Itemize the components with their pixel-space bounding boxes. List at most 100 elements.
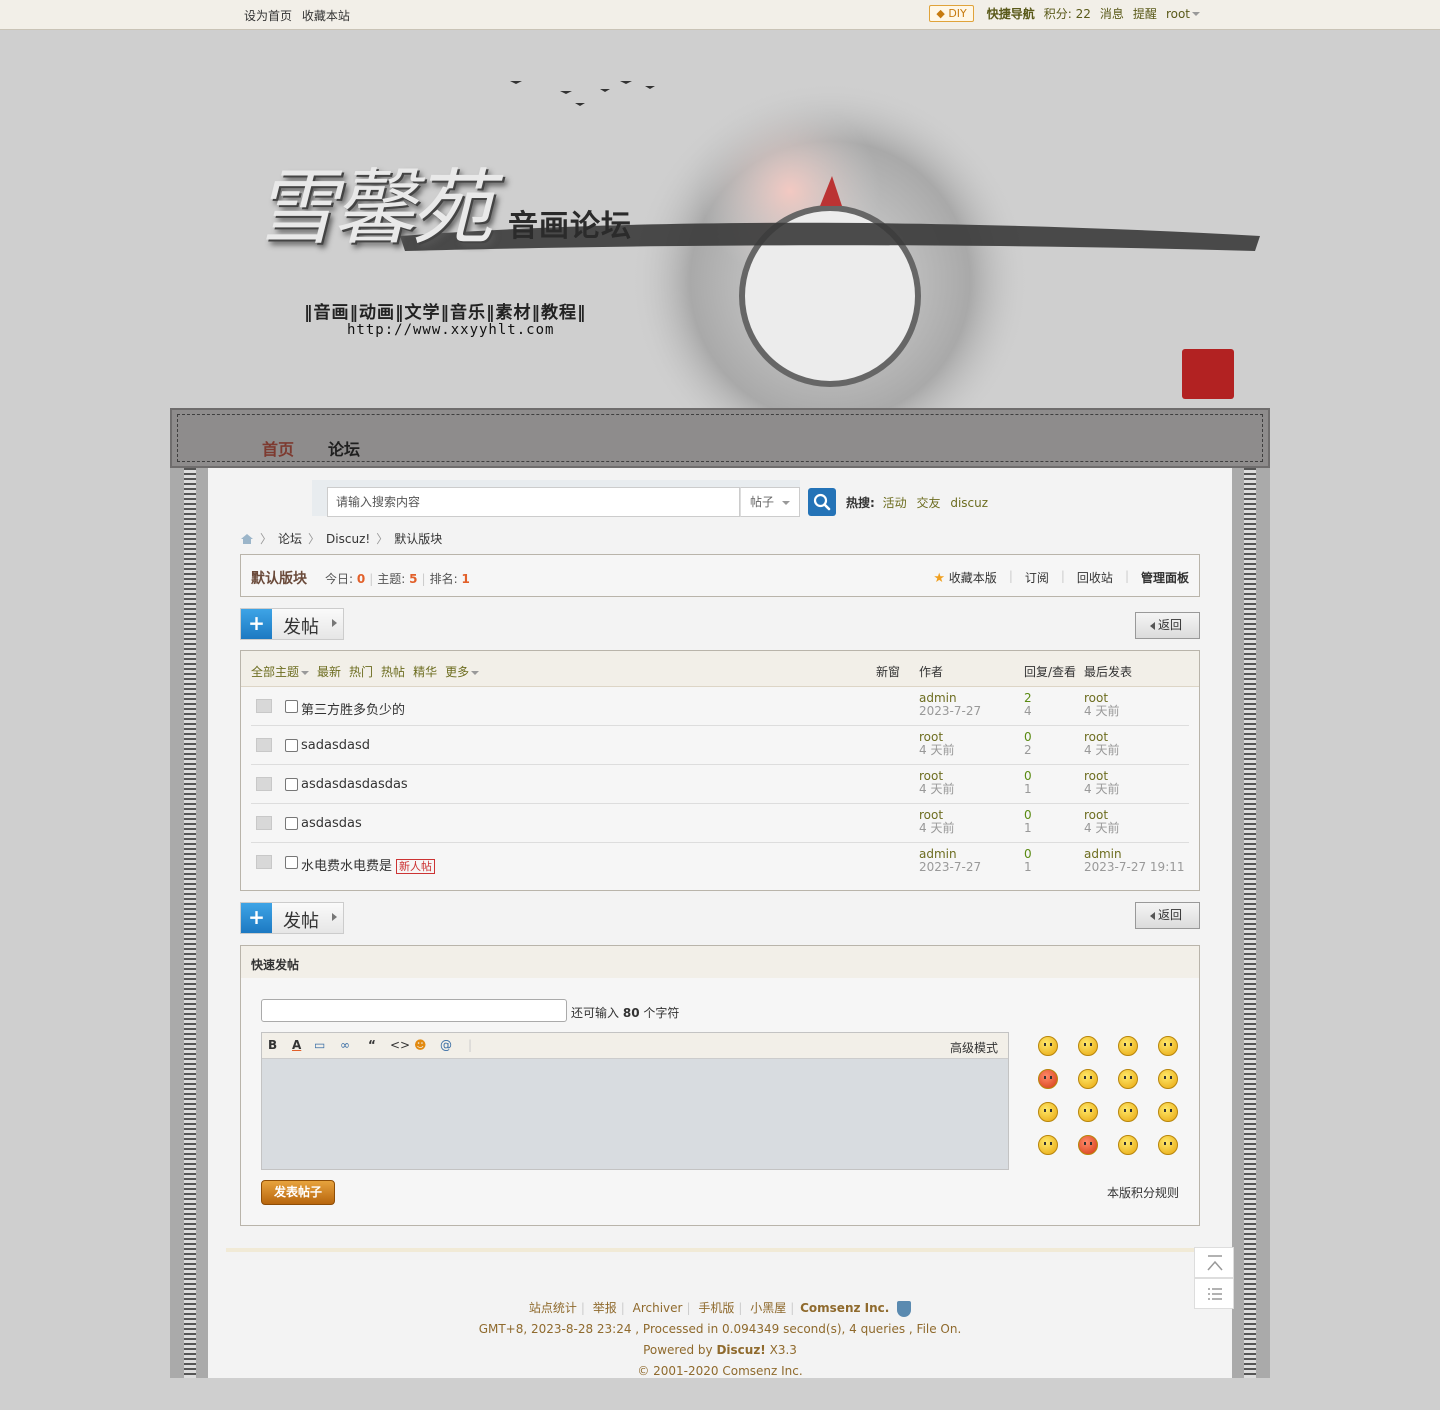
new-thread-button[interactable]: + 发帖 (240, 608, 344, 640)
filter-digest[interactable]: 精华 (413, 663, 437, 680)
manage-panel-link[interactable]: 管理面板 (1141, 569, 1189, 586)
nav-home[interactable]: 首页 (262, 436, 294, 460)
filter-hot[interactable]: 热门 (349, 663, 373, 680)
search-button[interactable] (808, 488, 836, 516)
thread-title[interactable]: 水电费水电费是 (301, 859, 392, 874)
breadcrumb-item[interactable]: 默认版块 (394, 530, 442, 547)
smiley-icon[interactable] (1158, 1036, 1178, 1056)
author-column-header: 作者 (919, 665, 944, 679)
last-post-time[interactable]: 4 天前 (1084, 744, 1119, 757)
frame-border-left (170, 468, 208, 1378)
last-post-time[interactable]: 4 天前 (1084, 783, 1119, 796)
powered-name[interactable]: Discuz! (716, 1343, 765, 1357)
smiley-icon[interactable] (1078, 1036, 1098, 1056)
filter-hot-posts[interactable]: 热帖 (381, 663, 405, 680)
quote-button[interactable]: “ (368, 1038, 376, 1052)
points-link[interactable]: 积分: 22 (1044, 5, 1091, 22)
smiley-icon[interactable] (1118, 1036, 1138, 1056)
thread-checkbox[interactable] (285, 739, 298, 752)
smiley-icon[interactable] (1158, 1135, 1178, 1155)
filter-more[interactable]: 更多 (445, 663, 480, 680)
hot-term[interactable]: 活动 (883, 496, 907, 510)
hot-term[interactable]: discuz (950, 496, 988, 510)
code-button[interactable]: <> (390, 1038, 410, 1052)
submit-post-button[interactable]: 发表帖子 (261, 1180, 335, 1205)
search-type-select[interactable]: 帖子 (740, 487, 800, 517)
mention-button[interactable]: @ (440, 1038, 452, 1052)
smiley-icon[interactable] (1158, 1069, 1178, 1089)
smiley-icon[interactable] (1118, 1102, 1138, 1122)
filter-latest[interactable]: 最新 (317, 663, 341, 680)
last-post-time[interactable]: 2023-7-27 19:11 (1084, 861, 1185, 874)
image-button[interactable]: ▭ (314, 1038, 325, 1052)
thread-checkbox[interactable] (285, 700, 298, 713)
new-thread-button[interactable]: + 发帖 (240, 902, 344, 934)
forum-actions: ★ 收藏本版 | 订阅 | 回收站 | 管理面板 (933, 569, 1189, 586)
search-input[interactable]: 请输入搜索内容 (327, 487, 740, 517)
smiley-icon[interactable] (1078, 1102, 1098, 1122)
bookmark-site-link[interactable]: 收藏本站 (302, 9, 350, 23)
footer-link-blacklist[interactable]: 小黑屋 (750, 1301, 786, 1315)
favorite-forum-button[interactable]: ★ 收藏本版 (933, 569, 997, 586)
recycle-bin-link[interactable]: 回收站 (1077, 569, 1113, 586)
smiley-icon[interactable] (1038, 1036, 1058, 1056)
diy-button[interactable]: ◆ DIY (929, 5, 974, 22)
last-post-column-header: 最后发表 (1084, 665, 1133, 679)
quick-nav-link[interactable]: 快捷导航 (987, 5, 1035, 22)
footer-link-report[interactable]: 举报 (593, 1301, 617, 1315)
subject-input[interactable] (261, 999, 567, 1022)
link-button[interactable]: ∞ (340, 1038, 350, 1052)
thread-checkbox[interactable] (285, 778, 298, 791)
thread-title[interactable]: sadasdasd (301, 738, 370, 753)
smiley-icon[interactable] (1038, 1135, 1058, 1155)
user-menu[interactable]: root (1166, 7, 1200, 21)
filter-all[interactable]: 全部主题 (251, 663, 310, 680)
thread-title[interactable]: 第三方胜多负少的 (301, 699, 405, 718)
messages-link[interactable]: 消息 (1100, 5, 1124, 22)
smiley-icon[interactable] (1078, 1135, 1098, 1155)
breadcrumb-item[interactable]: Discuz! (326, 532, 370, 546)
view-count: 4 (1024, 704, 1032, 718)
thread-folder-icon (256, 699, 272, 713)
filter-all-label: 全部主题 (251, 665, 300, 679)
footer-link-stats[interactable]: 站点统计 (529, 1301, 577, 1315)
bold-button[interactable]: B (268, 1038, 277, 1052)
new-window-toggle[interactable]: 新窗 (876, 663, 900, 680)
footer-link-archiver[interactable]: Archiver (633, 1301, 683, 1315)
reminders-link[interactable]: 提醒 (1133, 5, 1157, 22)
subscribe-button[interactable]: 订阅 (1025, 569, 1049, 586)
smiley-button[interactable]: ☻ (414, 1038, 427, 1052)
last-post-time[interactable]: 4 天前 (1084, 822, 1119, 835)
thread-checkbox[interactable] (285, 856, 298, 869)
advanced-mode-link[interactable]: 高级模式 (950, 1039, 998, 1056)
back-button[interactable]: 返回 (1135, 612, 1200, 639)
message-textarea[interactable] (262, 1059, 1008, 1169)
nav-forum[interactable]: 论坛 (328, 436, 360, 460)
smiley-icon[interactable] (1078, 1069, 1098, 1089)
smiley-icon[interactable] (1158, 1102, 1178, 1122)
last-post-time[interactable]: 4 天前 (1084, 705, 1119, 718)
thread-date: 4 天前 (919, 821, 955, 835)
breadcrumb-item[interactable]: 论坛 (278, 530, 302, 547)
back-to-top-button[interactable] (1194, 1247, 1234, 1278)
footer-company[interactable]: Comsenz Inc. (800, 1301, 889, 1315)
thread-list-toggle-button[interactable] (1194, 1278, 1234, 1309)
thread-checkbox[interactable] (285, 817, 298, 830)
smiley-icon[interactable] (1118, 1069, 1138, 1089)
back-button[interactable]: 返回 (1135, 902, 1200, 929)
smiley-icon[interactable] (1038, 1102, 1058, 1122)
credit-rules-link[interactable]: 本版积分规则 (1107, 1184, 1179, 1201)
topics-label: 主题: (377, 572, 406, 586)
smiley-icon[interactable] (1038, 1069, 1058, 1089)
home-icon[interactable] (240, 533, 254, 545)
thread-title[interactable]: asdasdasdasdas (301, 777, 408, 792)
thread-title[interactable]: asdasdas (301, 816, 362, 831)
set-home-link[interactable]: 设为首页 (244, 9, 292, 23)
footer-copyright: © 2001-2020 Comsenz Inc. (637, 1364, 803, 1378)
smiley-icon[interactable] (1118, 1135, 1138, 1155)
new-user-badge: 新人帖 (396, 859, 436, 874)
footer-link-mobile[interactable]: 手机版 (698, 1301, 734, 1315)
hot-term[interactable]: 交友 (916, 496, 940, 510)
font-color-button[interactable]: A (292, 1038, 301, 1052)
nav-inner: 首页 论坛 (177, 414, 1263, 462)
